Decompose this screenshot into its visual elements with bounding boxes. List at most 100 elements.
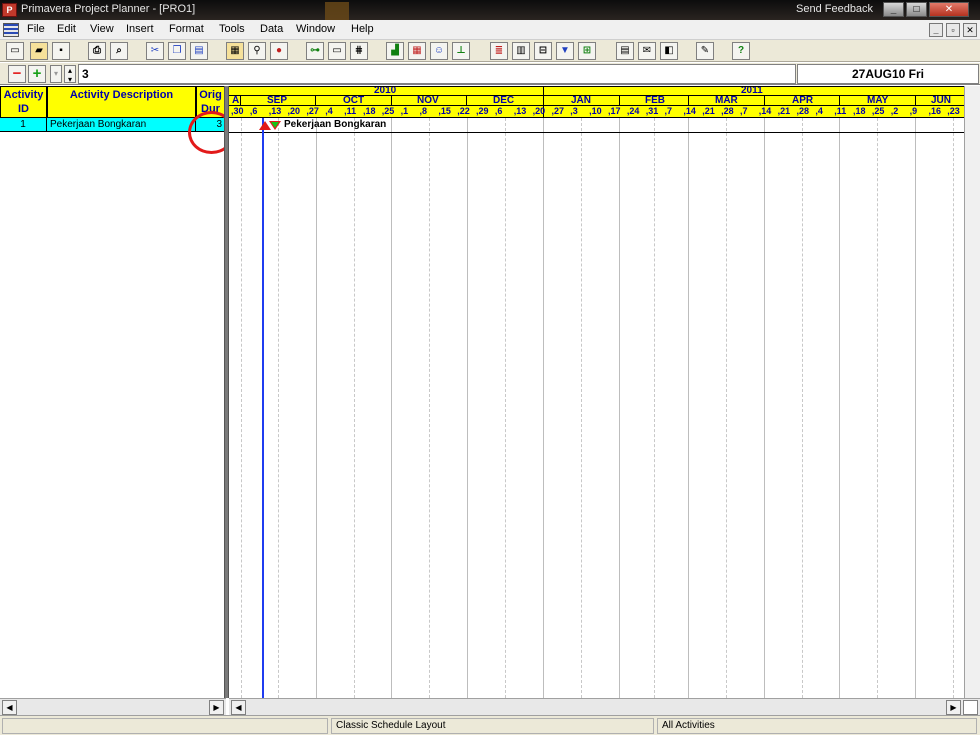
column-header-activity-description[interactable]: Activity Description: [47, 86, 196, 118]
scroll-right-arrow-icon[interactable]: ▶: [209, 700, 224, 715]
print-preview-icon[interactable]: ⌕: [110, 42, 128, 60]
schedule-icon[interactable]: ●: [270, 42, 288, 60]
tools-icon[interactable]: ✎: [696, 42, 714, 60]
menu-format[interactable]: Format: [169, 23, 204, 35]
reorganize-icon[interactable]: ▦: [226, 42, 244, 60]
sort-icon[interactable]: ⊟: [534, 42, 552, 60]
table-horizontal-scrollbar[interactable]: ◀ ▶: [0, 698, 226, 715]
title-bar: P Primavera Project Planner - [PRO1] Sen…: [0, 0, 980, 20]
timescale-header[interactable]: 2010 2011 A SEP OCT NOV DEC JAN FEB MAR …: [228, 86, 980, 118]
month-separator: [619, 96, 620, 106]
grid-line: [953, 118, 954, 698]
day-tick-label: ,14: [683, 106, 696, 116]
collapse-minus-button[interactable]: −: [8, 65, 26, 83]
edit-value-field[interactable]: 3: [78, 64, 796, 84]
filter-icon[interactable]: ▼: [556, 42, 574, 60]
document-icon[interactable]: [3, 23, 19, 37]
child-minimize-button[interactable]: _: [929, 23, 943, 37]
day-tick-label: ,30: [231, 106, 244, 116]
layout-icon[interactable]: ▥: [512, 42, 530, 60]
day-tick-label: ,17: [608, 106, 621, 116]
app-icon[interactable]: P: [2, 3, 17, 17]
person-icon[interactable]: ☺: [430, 42, 448, 60]
menu-view[interactable]: View: [90, 23, 114, 35]
grid-line: [764, 118, 765, 698]
column-header-activity-id[interactable]: Activity ID: [0, 86, 47, 118]
bar-view-icon[interactable]: ▭: [328, 42, 346, 60]
gantt-chart[interactable]: Pekerjaan Bongkaran: [229, 118, 980, 698]
day-tick-label: ,31: [645, 106, 659, 116]
day-tick-label: ,15: [438, 106, 451, 116]
find-icon[interactable]: ⚲: [248, 42, 266, 60]
print-icon[interactable]: ⎙: [88, 42, 106, 60]
day-tick-label: ,14: [758, 106, 772, 116]
copy-icon[interactable]: ❐: [168, 42, 186, 60]
day-tick-label: ,28: [796, 106, 810, 116]
vertical-scrollbar[interactable]: [964, 86, 980, 698]
paste-icon[interactable]: ▤: [190, 42, 208, 60]
send-feedback-link[interactable]: Send Feedback: [796, 3, 873, 15]
cut-icon[interactable]: ✂: [146, 42, 164, 60]
month-separator: [391, 96, 392, 106]
open-folder-icon[interactable]: ▰: [30, 42, 48, 60]
child-restore-button[interactable]: ▫: [946, 23, 960, 37]
maximize-button[interactable]: □: [906, 2, 927, 17]
help-icon[interactable]: ?: [732, 42, 750, 60]
day-tick-label: ,27: [551, 106, 564, 116]
day-tick-label: ,11: [344, 106, 357, 116]
menu-data[interactable]: Data: [260, 23, 283, 35]
grid-line: [726, 118, 727, 698]
data-date-line: [262, 118, 264, 698]
menu-file[interactable]: File: [27, 23, 45, 35]
day-tick-label: ,18: [853, 106, 866, 116]
day-tick-label: ,20: [287, 106, 301, 116]
new-file-icon[interactable]: ▭: [6, 42, 24, 60]
close-button[interactable]: ✕: [929, 2, 969, 17]
month-separator: [915, 96, 916, 106]
day-tick-label: ,29: [476, 106, 489, 116]
menu-window[interactable]: Window: [296, 23, 335, 35]
day-tick-label: ,3: [570, 106, 578, 116]
scroll-left-arrow-icon[interactable]: ◀: [2, 700, 17, 715]
menu-tools[interactable]: Tools: [219, 23, 245, 35]
spinner-icon[interactable]: ▴ ▾: [64, 65, 76, 84]
expand-plus-button[interactable]: +: [28, 65, 46, 83]
export-icon[interactable]: ◧: [660, 42, 678, 60]
day-tick-label: ,21: [702, 106, 715, 116]
columns-icon[interactable]: ≣: [490, 42, 508, 60]
menu-help[interactable]: Help: [351, 23, 374, 35]
histogram-icon[interactable]: ▟: [386, 42, 404, 60]
grid-line: [241, 118, 242, 698]
month-label: SEP: [267, 95, 288, 106]
report-icon[interactable]: ▤: [616, 42, 634, 60]
scroll-right-arrow-icon[interactable]: ▶: [946, 700, 961, 715]
day-tick-label: ,11: [834, 106, 847, 116]
activity-table[interactable]: 1 Pekerjaan Bongkaran 3: [0, 118, 226, 698]
scroll-left-arrow-icon[interactable]: ◀: [231, 700, 246, 715]
resource-icon[interactable]: ▦: [408, 42, 426, 60]
toolbar: ▭ ▰ ▪ ⎙ ⌕ ✂ ❐ ▤ ▦ ⚲ ● ⊶ ▭ ⋕ ▟ ▦ ☺ ⊥ ≣ ▥ …: [0, 40, 980, 62]
taskbar-glimpse: [325, 2, 349, 20]
gantt-horizontal-scrollbar[interactable]: ◀ ▶: [229, 698, 980, 715]
mail-icon[interactable]: ✉: [638, 42, 656, 60]
edit-bar: − + ▾ ▴ ▾ 3 27AUG10 Fri: [0, 63, 980, 85]
pert-icon[interactable]: ⊶: [306, 42, 324, 60]
grid-line: [654, 118, 655, 698]
activity-description-cell[interactable]: Pekerjaan Bongkaran: [47, 118, 196, 132]
activity-id-cell[interactable]: 1: [0, 118, 47, 132]
minimize-button[interactable]: _: [883, 2, 904, 17]
save-icon[interactable]: ▪: [52, 42, 70, 60]
child-close-button[interactable]: ✕: [963, 23, 977, 37]
link-icon[interactable]: ⋕: [350, 42, 368, 60]
menu-edit[interactable]: Edit: [57, 23, 76, 35]
tree-icon[interactable]: ⊥: [452, 42, 470, 60]
grid-line: [278, 118, 279, 698]
day-tick-label: ,27: [306, 106, 319, 116]
dropdown-arrow-icon[interactable]: ▾: [50, 65, 62, 83]
menu-insert[interactable]: Insert: [126, 23, 154, 35]
day-row: ,30 ,6 ,13 ,20 ,27 ,4 ,11 ,18 ,25 ,1 ,8 ,15 ,22 ,29 ,6…: [229, 106, 979, 117]
day-tick-label: ,6: [249, 106, 258, 116]
organize-icon[interactable]: ⊞: [578, 42, 596, 60]
finish-marker-icon: [271, 122, 279, 128]
grid-line: [467, 118, 468, 698]
